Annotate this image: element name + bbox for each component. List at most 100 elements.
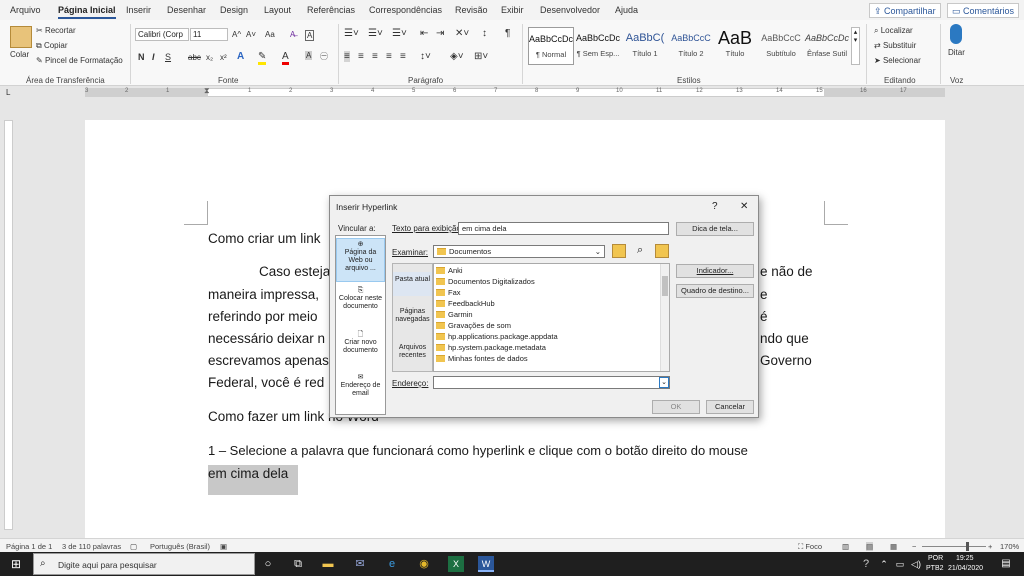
- subscript-button[interactable]: x₂: [206, 53, 213, 62]
- clock-time[interactable]: 19:25: [956, 555, 974, 562]
- windows-start-icon[interactable]: ⊞: [8, 556, 24, 572]
- link-new-document[interactable]: 🗋 Criar novo documento: [336, 331, 385, 355]
- proofing-icon[interactable]: ▢: [130, 542, 137, 551]
- text-effects-icon[interactable]: A: [237, 51, 244, 62]
- place-browsed-pages[interactable]: Páginas navegadas: [393, 308, 432, 324]
- tab-design[interactable]: Design: [220, 5, 248, 15]
- accessibility-icon[interactable]: ▣: [220, 542, 227, 551]
- doc-line[interactable]: e não de: [760, 264, 813, 279]
- input-language[interactable]: POR: [928, 555, 943, 562]
- numbering-icon[interactable]: ☰˅: [368, 28, 383, 39]
- doc-line[interactable]: é: [760, 309, 768, 324]
- style-normal[interactable]: AaBbCcDc ¶ Normal: [528, 27, 574, 65]
- chrome-icon[interactable]: ◉: [416, 556, 432, 572]
- focus-button[interactable]: ⛶ Foco: [798, 542, 822, 552]
- highlight-icon[interactable]: ✎: [258, 51, 267, 65]
- multilevel-icon[interactable]: ☰˅: [392, 28, 407, 39]
- file-explorer-icon[interactable]: ▬: [320, 556, 336, 572]
- up-folder-icon[interactable]: [612, 244, 626, 258]
- doc-line[interactable]: ndo que: [760, 331, 809, 346]
- font-color-icon[interactable]: A: [282, 51, 289, 65]
- doc-line[interactable]: Federal, você é red: [208, 375, 324, 390]
- tab-desenhar[interactable]: Desenhar: [167, 5, 206, 15]
- copy-button[interactable]: ⧉ Copiar: [36, 41, 68, 51]
- page-count[interactable]: Página 1 de 1: [6, 542, 52, 551]
- find-button[interactable]: ⌕ Localizar: [874, 26, 913, 36]
- list-item[interactable]: Gravações de som: [436, 321, 511, 332]
- list-item[interactable]: Garmin: [436, 310, 473, 321]
- network-icon[interactable]: ▭: [892, 556, 908, 572]
- enclose-icon[interactable]: ㊀: [320, 51, 328, 62]
- selected-text[interactable]: em cima dela: [208, 465, 298, 495]
- list-item[interactable]: hp.applications.package.appdata: [436, 332, 558, 343]
- language[interactable]: Português (Brasil): [150, 542, 210, 551]
- align-left-icon[interactable]: ≡: [344, 51, 350, 62]
- grow-font-button[interactable]: A^: [232, 30, 241, 39]
- shading-bucket-icon[interactable]: ◈˅: [450, 51, 464, 62]
- clear-format-icon[interactable]: A̶: [290, 30, 295, 39]
- asian-layout-icon[interactable]: ✕˅: [455, 28, 469, 39]
- doc-line[interactable]: Governo: [760, 353, 812, 368]
- justify-icon[interactable]: ≡: [386, 51, 392, 62]
- select-button[interactable]: ➤ Selecionar: [874, 56, 921, 65]
- word-icon[interactable]: W: [478, 556, 494, 572]
- tab-arquivo[interactable]: Arquivo: [10, 5, 41, 15]
- doc-line[interactable]: 1 – Selecione a palavra que funcionará c…: [208, 443, 748, 458]
- font-size-box[interactable]: 11: [190, 28, 228, 41]
- decrease-indent-icon[interactable]: ⇤: [420, 28, 428, 39]
- horizontal-ruler[interactable]: L 3 2 1 1 2 3 4 5 6 7 8 9 10 11 12 13 14…: [0, 86, 1024, 100]
- zoom-in-button[interactable]: +: [988, 542, 992, 551]
- tab-ajuda[interactable]: Ajuda: [615, 5, 638, 15]
- edge-icon[interactable]: e: [384, 556, 400, 572]
- doc-line[interactable]: escrevamos apenas: [208, 353, 329, 368]
- doc-line[interactable]: Caso esteja: [259, 264, 330, 279]
- doc-line[interactable]: maneira impressa,: [208, 287, 319, 302]
- italic-button[interactable]: I: [152, 52, 155, 62]
- file-list-scrollbar[interactable]: [660, 264, 669, 371]
- style-heading2[interactable]: AaBbCcC Título 2: [668, 27, 714, 65]
- list-item[interactable]: FeedbackHub: [436, 299, 495, 310]
- list-item[interactable]: Minhas fontes de dados: [436, 354, 528, 365]
- tab-referencias[interactable]: Referências: [307, 5, 355, 15]
- bookmark-button[interactable]: Indicador...: [676, 264, 754, 278]
- doc-line[interactable]: Como criar um link: [208, 231, 321, 246]
- tab-inserir[interactable]: Inserir: [126, 5, 151, 15]
- target-frame-button[interactable]: Quadro de destino...: [676, 284, 754, 298]
- word-count[interactable]: 3 de 110 palavras: [62, 542, 121, 551]
- cut-button[interactable]: ✂ Recortar: [36, 26, 76, 35]
- cancel-button[interactable]: Cancelar: [706, 400, 754, 414]
- doc-line[interactable]: e: [760, 287, 768, 302]
- line-spacing-icon[interactable]: ↕˅: [420, 51, 431, 62]
- indent-marker-icon[interactable]: ⧗: [204, 86, 210, 96]
- style-title[interactable]: AaB Título: [712, 27, 758, 65]
- scroll-thumb[interactable]: [662, 276, 668, 296]
- align-center-icon[interactable]: ≡: [358, 51, 364, 62]
- list-item[interactable]: Anki: [436, 266, 463, 277]
- superscript-button[interactable]: x²: [220, 53, 227, 62]
- tray-chevron-icon[interactable]: ⌃: [876, 556, 892, 572]
- volume-icon[interactable]: ◁): [908, 556, 924, 572]
- zoom-level[interactable]: 170%: [1000, 542, 1019, 551]
- list-item[interactable]: Fax: [436, 288, 461, 299]
- keyboard-layout[interactable]: PTB2: [926, 565, 944, 572]
- replace-button[interactable]: ⇄ Substituir: [874, 41, 916, 50]
- align-right-icon[interactable]: ≡: [372, 51, 378, 62]
- style-heading1[interactable]: AaBbC(Título 1: [622, 27, 668, 65]
- list-item[interactable]: Documentos Digitalizados: [436, 277, 535, 288]
- underline-button[interactable]: S: [165, 52, 171, 62]
- doc-line[interactable]: necessário deixar n: [208, 331, 325, 346]
- shrink-font-button[interactable]: A˅: [246, 30, 256, 39]
- vertical-ruler[interactable]: [4, 120, 13, 530]
- sort-icon[interactable]: ↕: [482, 28, 487, 39]
- pilcrow-icon[interactable]: ¶: [505, 28, 510, 39]
- link-place-in-document[interactable]: ⎘ Colocar neste documento: [336, 287, 385, 311]
- display-text-input[interactable]: em cima dela: [458, 222, 669, 235]
- address-input[interactable]: ⌄: [433, 376, 670, 389]
- tab-correspondencias[interactable]: Correspondências: [369, 5, 442, 15]
- zoom-slider[interactable]: [922, 546, 986, 547]
- help-tray-icon[interactable]: ?: [858, 556, 874, 572]
- browse-file-icon[interactable]: [655, 244, 669, 258]
- link-web-page[interactable]: ⊕ Página da Web ou arquivo ...: [336, 238, 385, 282]
- shading-icon[interactable]: A: [305, 51, 313, 60]
- paste-button[interactable]: Colar: [10, 50, 29, 59]
